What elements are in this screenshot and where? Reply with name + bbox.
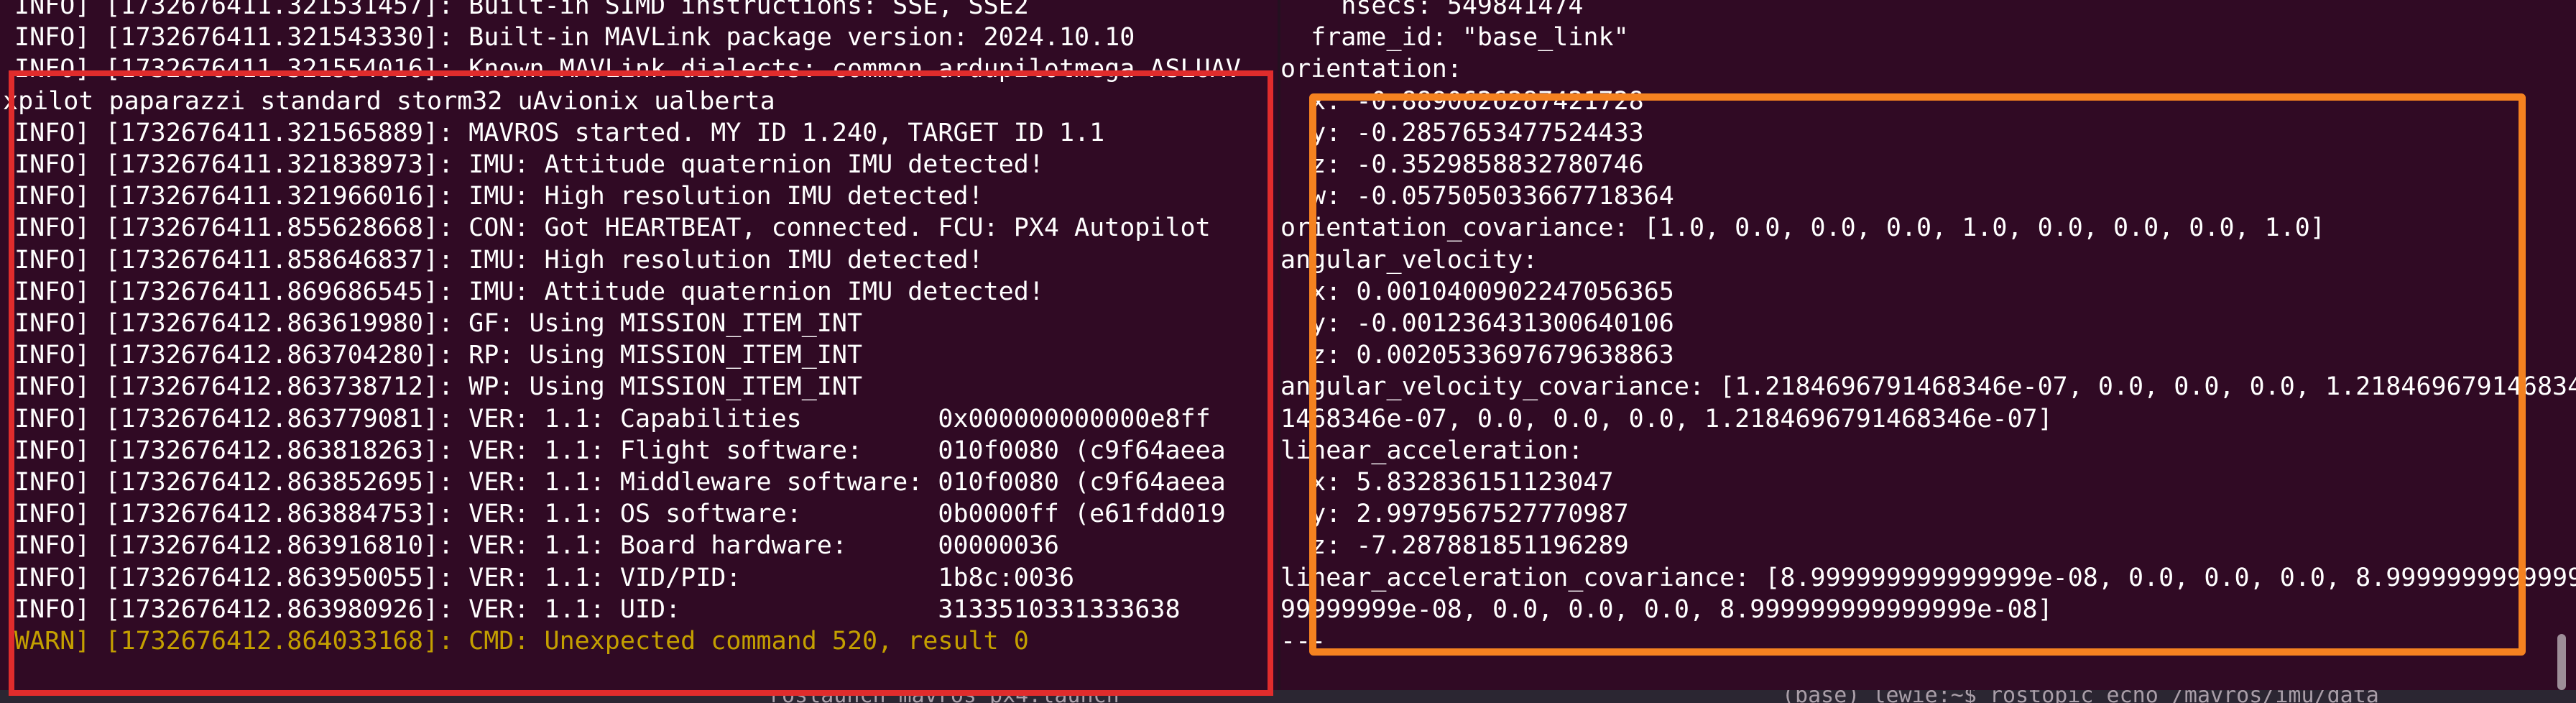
echo-line: z: 0.0020533697679638863 [1280,341,1674,370]
log-line: INFO] [1732676412.863884753]: VER: 1.1: … [14,500,1226,529]
left-tab-command[interactable]: roslaunch mavros px4.launch [769,690,1120,703]
right-terminal-pane[interactable]: nsecs: 549841474 frame_id: "base_link"or… [1280,0,2576,703]
scrollbar-thumb[interactable] [2557,634,2566,690]
log-line: INFO] [1732676411.321838973]: IMU: Attit… [14,150,1044,179]
right-tab-command[interactable]: (base) lewie:~$ rostopic echo /mavros/im… [1782,690,2379,703]
echo-line: x: 5.832836151123047 [1280,468,1614,497]
log-line: INFO] [1732676412.863779081]: VER: 1.1: … [14,404,1211,433]
log-line: INFO] [1732676412.863619980]: GF: Using … [14,309,863,338]
echo-line: angular_velocity: [1280,245,1538,275]
log-line-warn: WARN] [1732676412.864033168]: CMD: Unexp… [14,627,1029,656]
log-line: INFO] [1732676412.863852695]: VER: 1.1: … [14,468,1226,497]
echo-line: w: -0.057505033667718364 [1280,182,1674,211]
log-line: xpilot paparazzi standard storm32 uAvion… [3,86,775,116]
echo-line: linear_acceleration_covariance: [8.99999… [1280,563,2576,592]
echo-line: nsecs: 549841474 [1280,0,1584,20]
log-line: INFO] [1732676411.321531457]: Built-in S… [14,0,1029,20]
left-terminal-pane[interactable]: INFO] [1732676411.321531457]: Built-in S… [0,0,1278,703]
log-line: INFO] [1732676412.863818263]: VER: 1.1: … [14,436,1226,465]
log-line: INFO] [1732676411.321966016]: IMU: High … [14,182,984,211]
echo-line: z: -0.3529858832780746 [1280,150,1644,179]
log-line: INFO] [1732676411.869686545]: IMU: Attit… [14,277,1044,306]
echo-line: orientation_covariance: [1.0, 0.0, 0.0, … [1280,213,2325,243]
echo-line: 99999999e-08, 0.0, 0.0, 0.0, 8.999999999… [1280,594,2053,624]
echo-line: y: -0.2857653477524433 [1280,118,1644,147]
log-line: INFO] [1732676411.321543330]: Built-in M… [14,23,1135,52]
echo-line: y: 2.9979567527770987 [1280,500,1629,529]
log-line: INFO] [1732676412.863738712]: WP: Using … [14,372,863,402]
echo-line: orientation: [1280,55,1462,84]
log-line: INFO] [1732676412.863950055]: VER: 1.1: … [14,563,1075,592]
echo-line: angular_velocity_covariance: [1.21846967… [1280,372,2576,402]
echo-line: linear_acceleration: [1280,436,1584,465]
log-line: INFO] [1732676411.858646837]: IMU: High … [14,245,984,275]
terminal-tab-strip: roslaunch mavros px4.launch (base) lewie… [0,690,2576,703]
log-line: INFO] [1732676412.863916810]: VER: 1.1: … [14,531,1059,561]
log-line: INFO] [1732676411.321565889]: MAVROS sta… [14,118,1105,147]
log-line: INFO] [1732676411.321554016]: Known MAVL… [14,55,1241,84]
log-line: INFO] [1732676411.855628668]: CON: Got H… [14,213,1211,243]
echo-line: y: -0.001236431300640106 [1280,309,1674,338]
echo-line: x: -0.8890626287421728 [1280,86,1644,116]
echo-line: 1468346e-07, 0.0, 0.0, 0.0, 1.2184696791… [1280,404,2053,433]
log-line: INFO] [1732676412.863704280]: RP: Using … [14,341,863,370]
echo-line: z: -7.287881851196289 [1280,531,1629,561]
echo-line: x: 0.0010400902247056365 [1280,277,1674,306]
log-line: INFO] [1732676412.863980926]: VER: 1.1: … [14,594,1181,624]
echo-line: frame_id: "base_link" [1280,23,1629,52]
echo-line: --- [1280,627,1326,656]
